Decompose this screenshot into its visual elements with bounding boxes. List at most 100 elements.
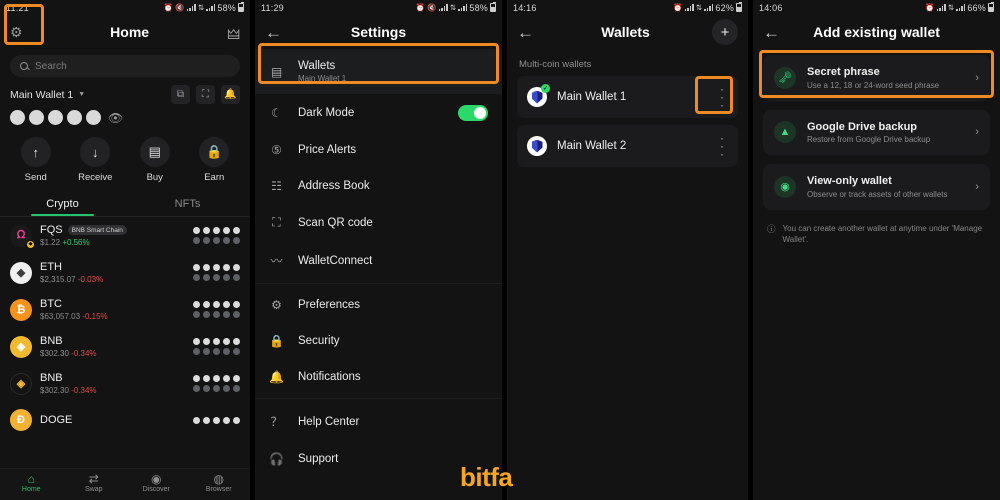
list-item[interactable]: ◆ ETH $2,315.07 -0.03% (0, 254, 250, 291)
wallet-name: Main Wallet 1 (10, 88, 74, 101)
action-buy[interactable]: ▤ Buy (132, 137, 178, 183)
balance-dot (48, 110, 63, 125)
bnb-token-icon: ◈ (10, 372, 32, 395)
sidebar-item-wallets[interactable]: ▤ Wallets Main Wallet 1 (255, 49, 502, 94)
option-google-drive-backup[interactable]: ▲ Google Drive backup Restore from Googl… (763, 109, 990, 155)
panel-home: 11:21 ⏰ 🔇 ⇅ 58% ⚙ Home 🜲 Search Main Wal… (0, 0, 250, 500)
sidebar-item-dark-mode[interactable]: ☾ Dark Mode (255, 94, 502, 132)
sidebar-item-preferences[interactable]: ⚙ Preferences (255, 287, 502, 323)
nav-browser[interactable]: ◍ Browser (188, 469, 251, 500)
list-item[interactable]: ᘯ ◆ FQS BNB Smart Chain $1.22 +0.56% (0, 217, 250, 254)
info-note: ⓘ You can create another wallet at anyti… (753, 219, 1000, 246)
back-arrow-icon[interactable]: ← (265, 24, 287, 41)
coin-change: -0.03% (77, 275, 104, 284)
app-bar-wallets: ← Wallets + (507, 15, 748, 49)
option-subtitle: Use a 12, 18 or 24-word seed phrase (807, 80, 940, 90)
card-icon: ▤ (139, 137, 170, 167)
option-secret-phrase[interactable]: 🗝 Secret phrase Use a 12, 18 or 24-word … (763, 55, 990, 101)
price-alert-icon: ⑤ (271, 143, 282, 157)
action-send[interactable]: ↑ Send (13, 137, 59, 183)
battery-percent: 58% (217, 2, 236, 13)
app-bar-add-wallet: ← Add existing wallet (753, 15, 1000, 49)
status-icons: ⏰ 🔇 ⇅ 58% (416, 2, 496, 13)
sidebar-item-notifications[interactable]: 🔔 Notifications (255, 359, 502, 395)
sidebar-item-address-book[interactable]: ☷ Address Book (255, 168, 502, 204)
moon-icon: ☾ (271, 106, 282, 120)
chevron-right-icon: › (975, 180, 979, 193)
nav-swap[interactable]: ⇄ Swap (63, 469, 126, 500)
coin-symbol: ETH (40, 261, 62, 273)
bell-icon[interactable]: 🔔 (221, 85, 240, 104)
wallet-card-2[interactable]: Main Wallet 2 · · · (517, 125, 738, 167)
page-title: Settings (350, 24, 407, 40)
sidebar-item-price-alerts[interactable]: ⑤ Price Alerts (255, 132, 502, 168)
tab-nfts[interactable]: NFTs (125, 193, 250, 216)
item-label: Price Alerts (298, 144, 357, 156)
wallet-menu-button[interactable]: · · · (716, 132, 728, 160)
status-time: 14:06 (759, 2, 783, 13)
search-input[interactable]: Search (10, 55, 240, 77)
wallet-card-1[interactable]: ✓ Main Wallet 1 · · · (517, 76, 738, 118)
nav-home[interactable]: ⌂ Home (0, 469, 63, 500)
list-item[interactable]: ◈ BNB $302.30 -0.34% (0, 365, 250, 402)
eye-off-icon[interactable]: 👁 (108, 111, 123, 125)
coin-price: $2,315.07 (40, 275, 76, 284)
sidebar-item-walletconnect[interactable]: 〰 WalletConnect (255, 241, 502, 280)
balance-dot (86, 110, 101, 125)
battery-icon (736, 2, 742, 12)
dark-mode-toggle[interactable] (458, 105, 488, 121)
list-item[interactable]: ₿ BTC $63,057.03 -0.15% (0, 291, 250, 328)
action-earn[interactable]: 🔒 Earn (191, 137, 237, 183)
signal2-icon (704, 4, 714, 11)
panel-settings: 11:29 ⏰ 🔇 ⇅ 58% ← Settings ▤ Wallets Mai… (255, 0, 502, 500)
sidebar-item-scan-qr[interactable]: ⛶ Scan QR code (255, 204, 502, 241)
search-placeholder: Search (35, 60, 67, 72)
search-icon (20, 62, 28, 70)
coin-change: -0.34% (71, 349, 97, 358)
balance-dot (10, 110, 25, 125)
status-bar-settings: 11:29 ⏰ 🔇 ⇅ 58% (255, 0, 502, 15)
back-arrow-icon[interactable]: ← (517, 24, 539, 41)
bottom-nav: ⌂ Home ⇄ Swap ◉ Discover ◍ Browser (0, 468, 250, 500)
compass-icon: ◉ (151, 472, 162, 486)
coin-price: $63,057.03 (40, 312, 81, 321)
coin-change: +0.56% (62, 238, 90, 247)
option-view-only-wallet[interactable]: ◉ View-only wallet Observe or track asse… (763, 164, 990, 210)
add-wallet-button[interactable]: + (712, 19, 738, 45)
copy-icon[interactable]: ⧉ (171, 85, 190, 104)
wallet-shield-icon: ✓ (527, 84, 550, 107)
sidebar-item-security[interactable]: 🔒 Security (255, 323, 502, 359)
list-item[interactable]: ◈ BNB $302.30 -0.34% (0, 328, 250, 365)
address-book-icon: ☷ (271, 179, 282, 193)
action-receive[interactable]: ↓ Receive (72, 137, 118, 183)
fqs-token-icon: ᘯ ◆ (10, 224, 35, 249)
sidebar-item-help-center[interactable]: ？ Help Center (255, 402, 502, 441)
list-item[interactable]: Ð DOGE (0, 402, 250, 438)
asset-tabs: Crypto NFTs (0, 193, 250, 216)
help-icon: ？ (270, 415, 283, 429)
btc-token-icon: ₿ (10, 298, 32, 321)
wifi-icon: ⇅ (695, 2, 703, 12)
eye-icon: ◉ (774, 175, 796, 198)
tab-crypto[interactable]: Crypto (0, 193, 125, 216)
coin-price: $1.22 (40, 238, 61, 247)
status-bar-home: 11:21 ⏰ 🔇 ⇅ 58% (0, 0, 250, 15)
signal-icon (438, 4, 448, 11)
coin-balance-hidden (193, 375, 240, 392)
scan-icon[interactable]: ⛶ (196, 85, 215, 104)
page-title: Home (110, 24, 150, 40)
walletconnect-icon[interactable]: 🜲 (227, 18, 240, 47)
quick-actions: ↑ Send ↓ Receive ▤ Buy 🔒 Earn (0, 125, 250, 187)
gear-icon[interactable]: ⚙ (10, 24, 32, 41)
alarm-icon: ⏰ (673, 2, 683, 12)
action-label: Earn (204, 172, 225, 183)
item-label: Preferences (298, 299, 361, 311)
back-arrow-icon[interactable]: ← (763, 24, 785, 41)
wallet-shield-icon (527, 136, 547, 156)
wallet-menu-button[interactable]: · · · (716, 83, 728, 111)
nav-discover[interactable]: ◉ Discover (125, 469, 188, 500)
balance-dot (67, 110, 82, 125)
coin-symbol: BNB (40, 335, 63, 347)
battery-icon (988, 2, 994, 12)
wallet-selector[interactable]: Main Wallet 1 ▼ ⧉ ⛶ 🔔 (0, 77, 250, 104)
